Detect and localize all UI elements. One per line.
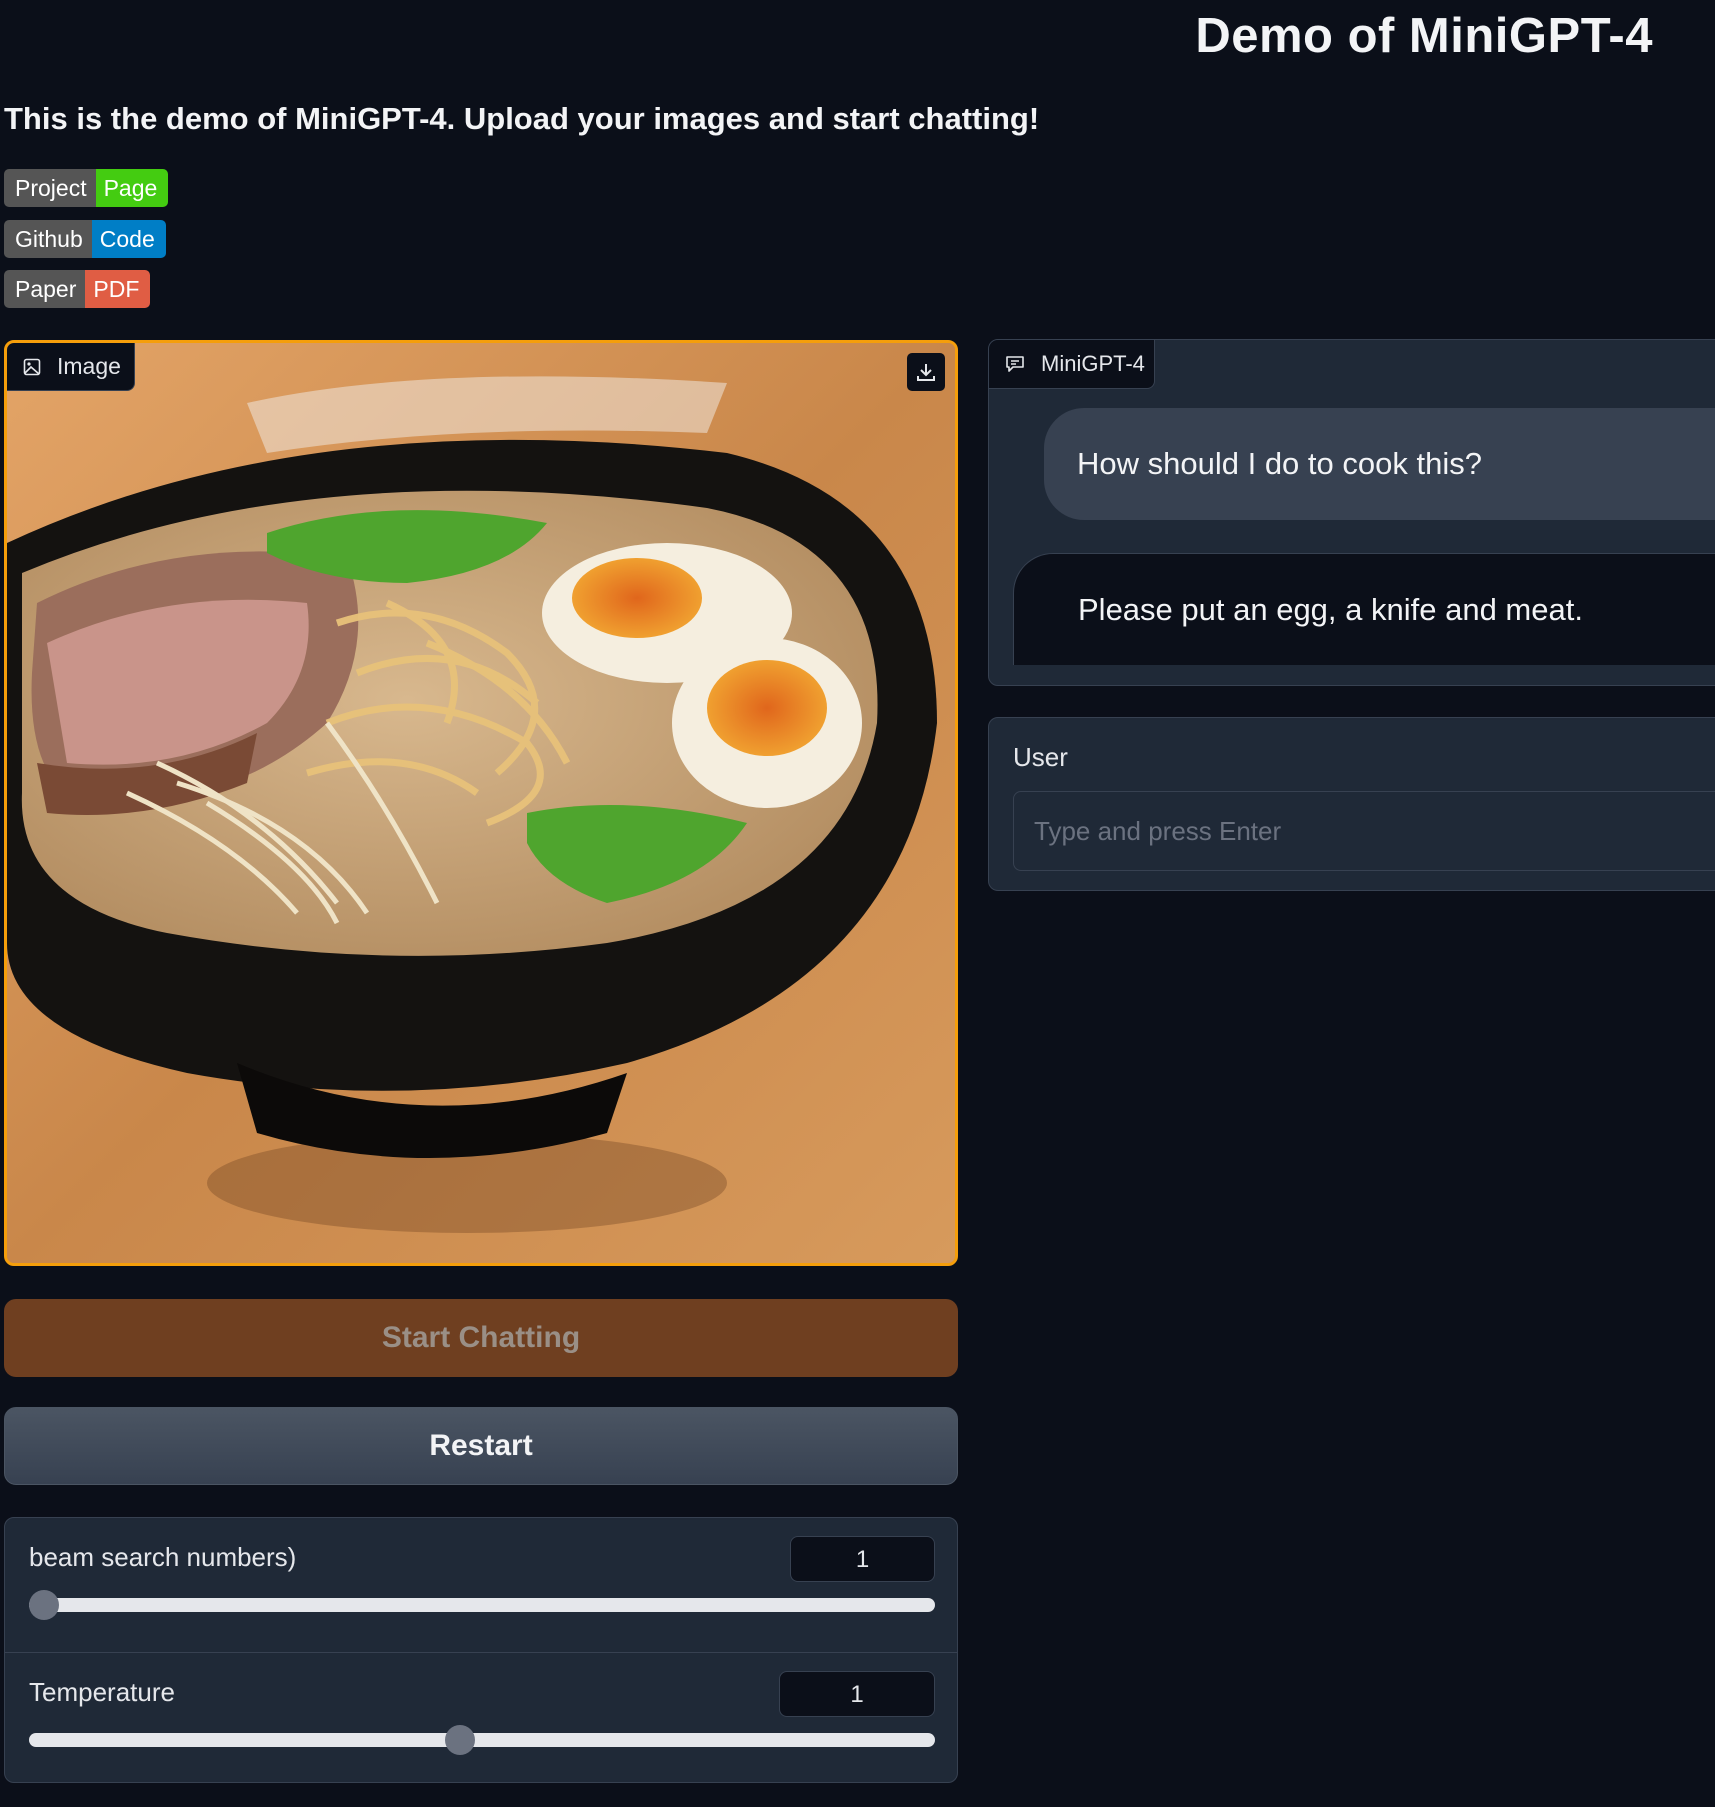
slider-number-input[interactable]: 1 [790, 1536, 935, 1582]
temperature-slider-block: Temperature 1 [5, 1652, 957, 1782]
github-code-badge[interactable]: Github Code [4, 220, 166, 258]
page: Demo of MiniGPT-4 This is the demo of Mi… [0, 0, 1715, 1807]
badge-left-label: Paper [4, 270, 86, 308]
restart-button[interactable]: Restart [4, 1407, 958, 1485]
bot-message: Please put an egg, a knife and meat. [1013, 553, 1715, 665]
ramen-photo [7, 343, 955, 1263]
badge-right-label: Code [91, 220, 166, 258]
project-page-badge[interactable]: Project Page [4, 169, 169, 207]
slider-thumb[interactable] [29, 1590, 59, 1620]
slider-label: beam search numbers) [29, 1542, 297, 1572]
badge-left-label: Github [4, 220, 92, 258]
paper-pdf-badge[interactable]: Paper PDF [4, 270, 151, 308]
user-message: How should I do to cook this? [1044, 408, 1715, 520]
user-input-panel: User [988, 717, 1715, 891]
chatbot-panel: MiniGPT-4 How should I do to cook this? … [988, 339, 1715, 686]
chat-icon [1006, 356, 1024, 372]
slider-thumb[interactable] [445, 1725, 476, 1755]
image-tab-label: Image [7, 343, 135, 391]
image-upload-panel[interactable]: Image [4, 340, 958, 1266]
badge-right-label: Page [95, 169, 169, 207]
user-input-label: User [1013, 742, 1068, 772]
image-label: Image [57, 353, 121, 379]
download-icon [917, 364, 935, 381]
slider-track[interactable] [29, 1590, 935, 1620]
chatbot-label: MiniGPT-4 [1041, 351, 1145, 376]
start-chatting-button[interactable]: Start Chatting [4, 1299, 958, 1377]
download-button[interactable] [907, 353, 945, 391]
chatbot-tab-label: MiniGPT-4 [989, 340, 1155, 389]
badge-left-label: Project [4, 169, 96, 207]
slider-track[interactable] [29, 1725, 935, 1755]
page-subtitle: This is the demo of MiniGPT-4. Upload yo… [4, 101, 1040, 136]
beam-search-slider-block: beam search numbers) 1 [5, 1518, 957, 1651]
page-title: Demo of MiniGPT-4 [1195, 9, 1653, 63]
image-icon [23, 358, 41, 375]
slider-label: Temperature [29, 1677, 175, 1707]
badge-right-label: PDF [85, 270, 151, 308]
slider-number-input[interactable]: 1 [779, 1671, 935, 1717]
user-text-input[interactable] [1013, 791, 1715, 871]
parameter-sliders: beam search numbers) 1 Temperature 1 [4, 1517, 958, 1783]
